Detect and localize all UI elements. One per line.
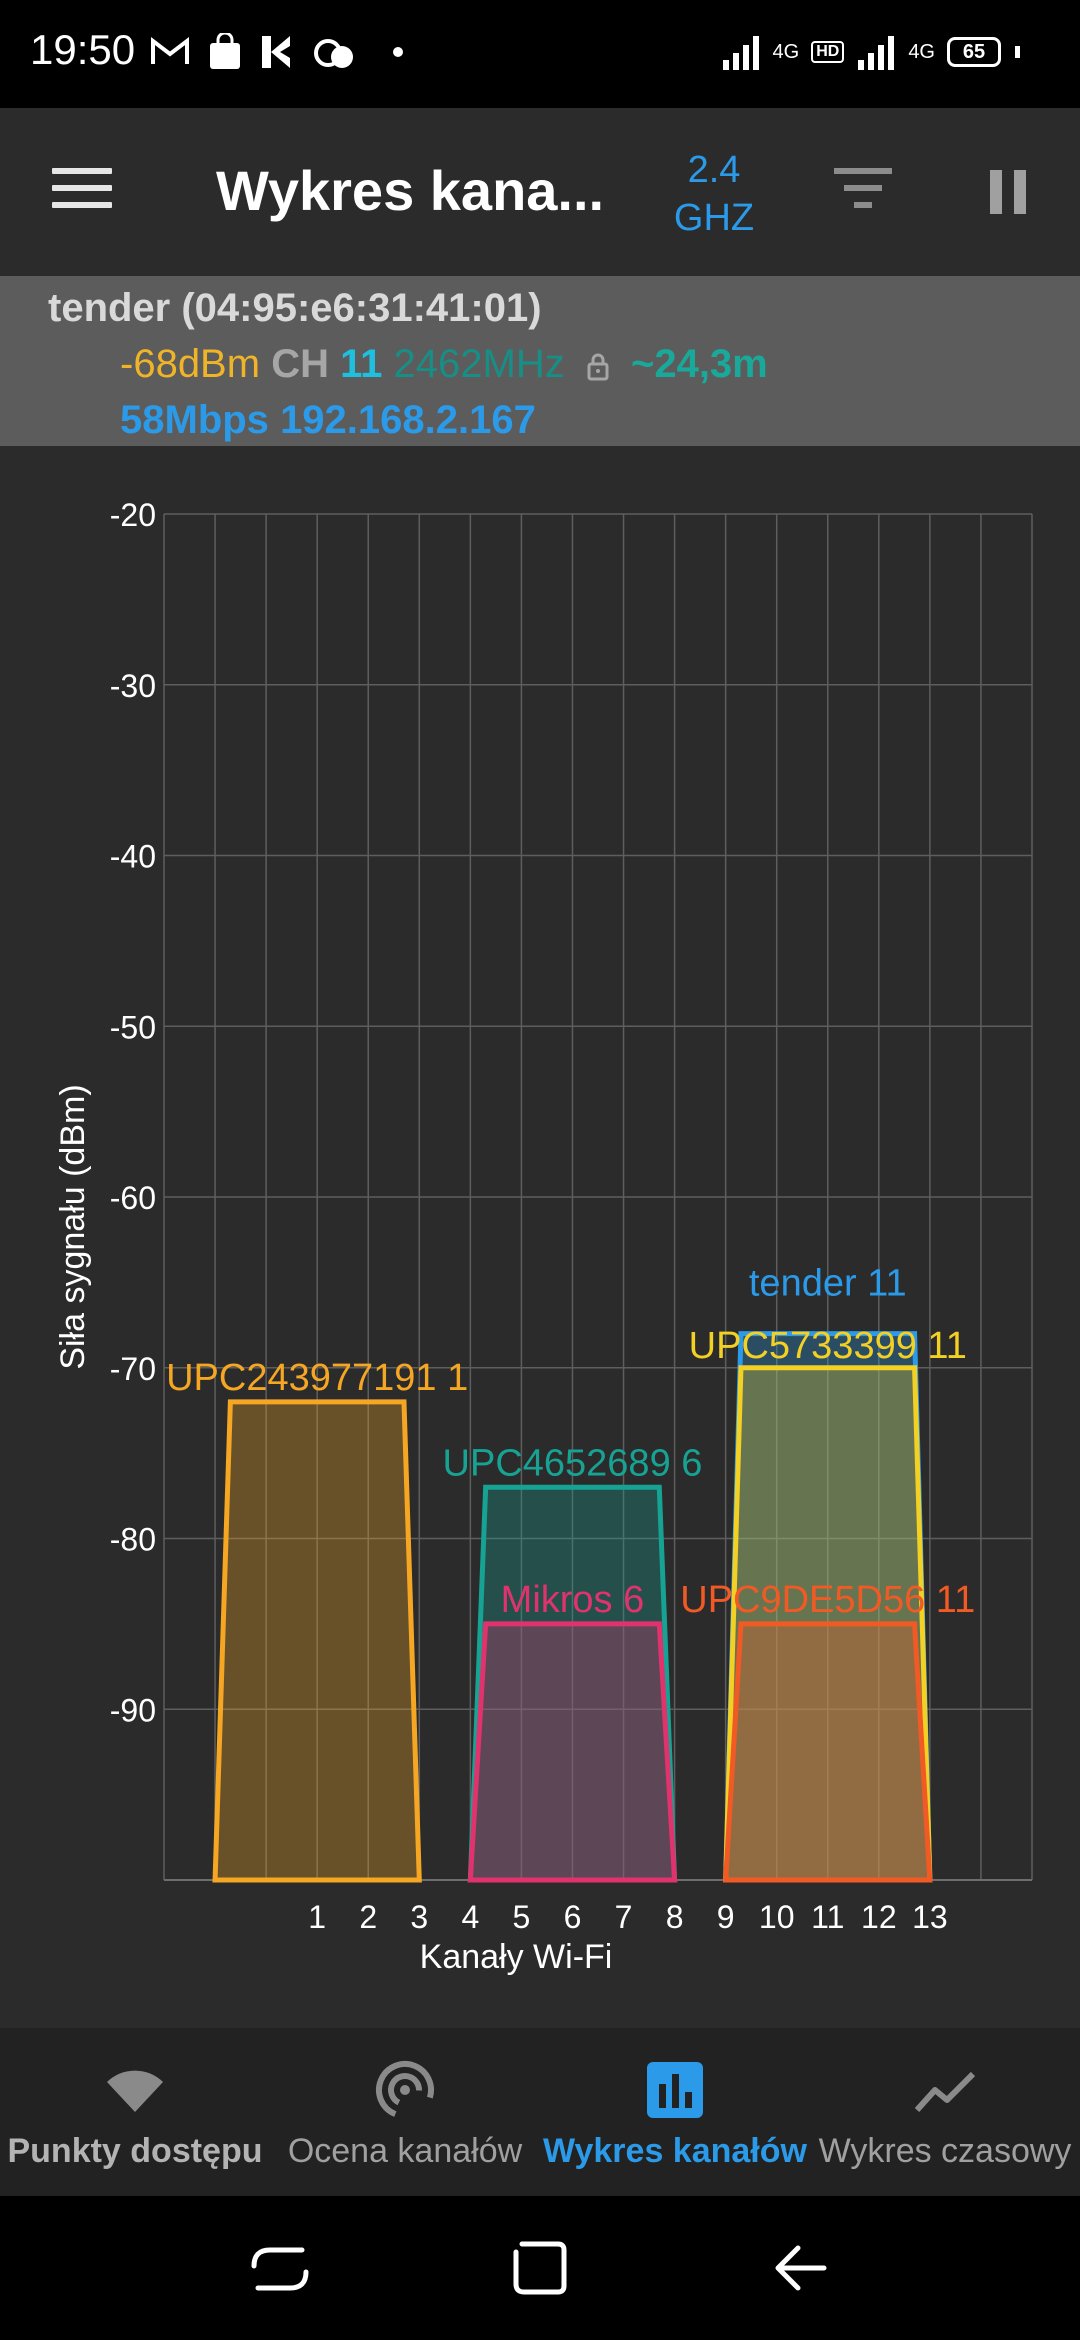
- network-type-label: 4G: [772, 40, 800, 63]
- connection-speed-ip: 58Mbps 192.168.2.167: [120, 398, 536, 443]
- recent-apps-icon[interactable]: [250, 2240, 310, 2296]
- nav-item-time-graph[interactable]: Wykres czasowy: [810, 2028, 1080, 2196]
- nav-label-channel-graph: Wykres kanałów: [543, 2132, 807, 2170]
- menu-icon[interactable]: [52, 168, 112, 212]
- signal-strength: -68dBm: [120, 342, 261, 386]
- home-icon[interactable]: [512, 2240, 568, 2296]
- x-tick-label: 3: [410, 1899, 428, 1935]
- system-indicators: 4G HD 4G 65: [721, 30, 1020, 74]
- y-tick-label: -80: [110, 1522, 156, 1558]
- band-toggle-button[interactable]: 2.4 GHZ: [654, 146, 774, 242]
- x-tick-label: 4: [461, 1899, 479, 1935]
- series-label-2: Mikros 6: [501, 1579, 645, 1621]
- frequency-value: 2462MHz: [393, 342, 565, 386]
- x-tick-label: 13: [912, 1899, 948, 1935]
- nav-label-time-graph: Wykres czasowy: [818, 2132, 1072, 2170]
- y-tick-label: -70: [110, 1351, 156, 1387]
- nav-item-access-points[interactable]: Punkty dostępu: [0, 2028, 270, 2196]
- filter-icon[interactable]: [832, 168, 894, 216]
- series-label-0: UPC243977191 1: [166, 1357, 468, 1399]
- connection-info-panel[interactable]: tender (04:95:e6:31:41:01) -68dBm CH 11 …: [0, 276, 1080, 446]
- battery-icon: 65: [947, 37, 1001, 67]
- nav-label-channel-rating: Ocena kanałów: [287, 2132, 523, 2170]
- y-tick-label: -90: [110, 1692, 156, 1728]
- signal-rating-icon: [376, 2061, 434, 2119]
- distance-value: ~24,3m: [630, 342, 768, 386]
- hd-voice-badge: HD: [811, 41, 845, 63]
- y-tick-label: -50: [110, 1009, 156, 1045]
- x-tick-label: 11: [811, 1899, 844, 1935]
- series-area-0: [212, 1399, 422, 1883]
- channel-value: 11: [340, 342, 383, 386]
- status-time: 19:50: [30, 26, 136, 73]
- x-tick-label: 2: [359, 1899, 377, 1935]
- bottom-navigation: Punkty dostępu Ocena kanałów Wykres kana…: [0, 2028, 1080, 2196]
- connected-ssid: tender (04:95:e6:31:41:01): [48, 286, 542, 330]
- x-tick-label: 8: [666, 1899, 684, 1935]
- x-axis-title: Kanały Wi-Fi: [420, 1938, 613, 1976]
- x-tick-label: 5: [513, 1899, 531, 1935]
- page-title: Wykres kana...: [216, 159, 605, 222]
- network-type-label-2: 4G: [908, 40, 935, 63]
- x-tick-label: 9: [717, 1899, 735, 1935]
- series-label-4: UPC5733399 11: [689, 1325, 967, 1367]
- nav-item-channel-graph[interactable]: Wykres kanałów: [540, 2028, 810, 2196]
- app-k-icon: [262, 36, 290, 68]
- x-tick-label: 7: [615, 1899, 633, 1935]
- signal-icon-2: [858, 36, 895, 70]
- gmail-icon: [151, 36, 189, 64]
- bar-chart-icon: [647, 2062, 703, 2118]
- y-tick-label: -60: [110, 1180, 156, 1216]
- x-tick-label: 12: [861, 1899, 897, 1935]
- system-navigation-bar: [0, 2196, 1080, 2340]
- series-area-2: [467, 1621, 678, 1883]
- y-tick-label: -30: [110, 668, 156, 704]
- band-value: 2.4: [687, 149, 741, 191]
- y-axis-title: Siła sygnału (dBm): [54, 1084, 92, 1369]
- back-icon[interactable]: [772, 2240, 828, 2296]
- signal-icon: [722, 36, 759, 70]
- line-chart-icon: [915, 2071, 975, 2113]
- x-tick-label: 10: [759, 1899, 795, 1935]
- series-label-3: tender 11: [749, 1263, 907, 1305]
- band-unit: GHZ: [673, 197, 755, 239]
- channel-graph-area: -20 -30 -40 -50 -60 -70 -80 -90 1 2 3 4 5 6 7 8 9 10 11 12 1…: [0, 446, 1080, 2028]
- wifi-icon: [107, 2070, 163, 2112]
- series-label-5: UPC9DE5D56 11: [680, 1579, 975, 1621]
- series-label-1: UPC4652689 6: [443, 1442, 703, 1484]
- pause-icon[interactable]: [988, 170, 1028, 214]
- series-area-5: [722, 1621, 933, 1883]
- lock-icon: [587, 354, 609, 381]
- link-speed: 58Mbps: [120, 398, 269, 442]
- connection-details: -68dBm CH 11 2462MHz ~24,3m: [120, 342, 768, 387]
- y-tick-label: -40: [110, 839, 156, 875]
- channel-graph: -20-30-40-50-60-70-80-901 2 3 4 5 6 7 8 9 10 11 12 1…: [54, 497, 1033, 1976]
- shopping-bag-icon: [210, 33, 240, 69]
- weather-icon: [314, 39, 353, 68]
- channel-label: CH: [271, 342, 329, 386]
- app-bar: Wykres kana... 2.4 GHZ: [0, 108, 1080, 276]
- notification-icons: [150, 30, 406, 74]
- dot-icon: [393, 47, 403, 57]
- x-tick-label: 1: [308, 1899, 326, 1935]
- ip-address: 192.168.2.167: [280, 398, 536, 442]
- battery-tip: [1015, 46, 1020, 58]
- nav-item-channel-rating[interactable]: Ocena kanałów: [270, 2028, 540, 2196]
- x-tick-label: 6: [564, 1899, 582, 1935]
- status-bar: 19:50 4G HD 4G 65: [0, 0, 1080, 108]
- nav-label-access-points: Punkty dostępu: [7, 2132, 263, 2170]
- y-tick-label: -20: [110, 497, 156, 533]
